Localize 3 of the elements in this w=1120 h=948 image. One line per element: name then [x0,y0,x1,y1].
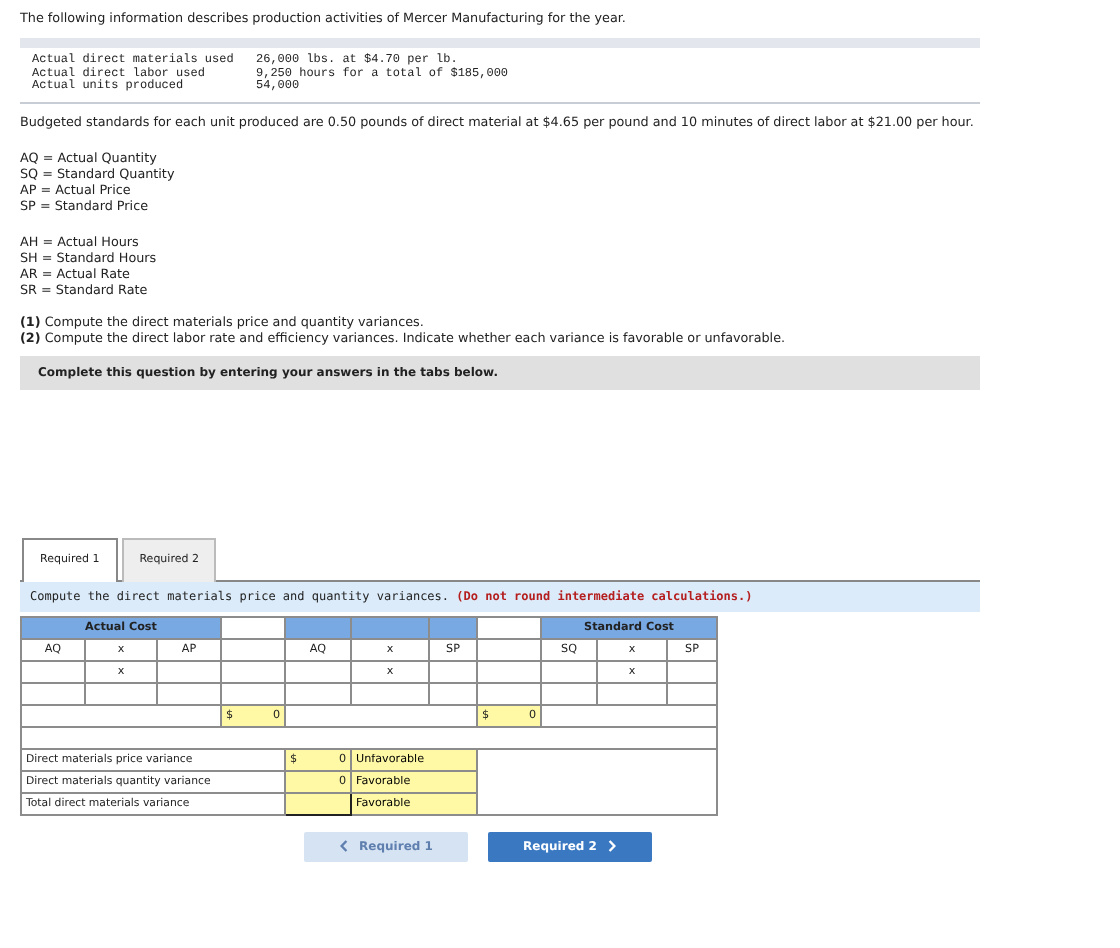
header-cell [351,616,429,638]
chevron-left-icon [339,840,348,852]
chevron-right-icon [608,840,617,852]
